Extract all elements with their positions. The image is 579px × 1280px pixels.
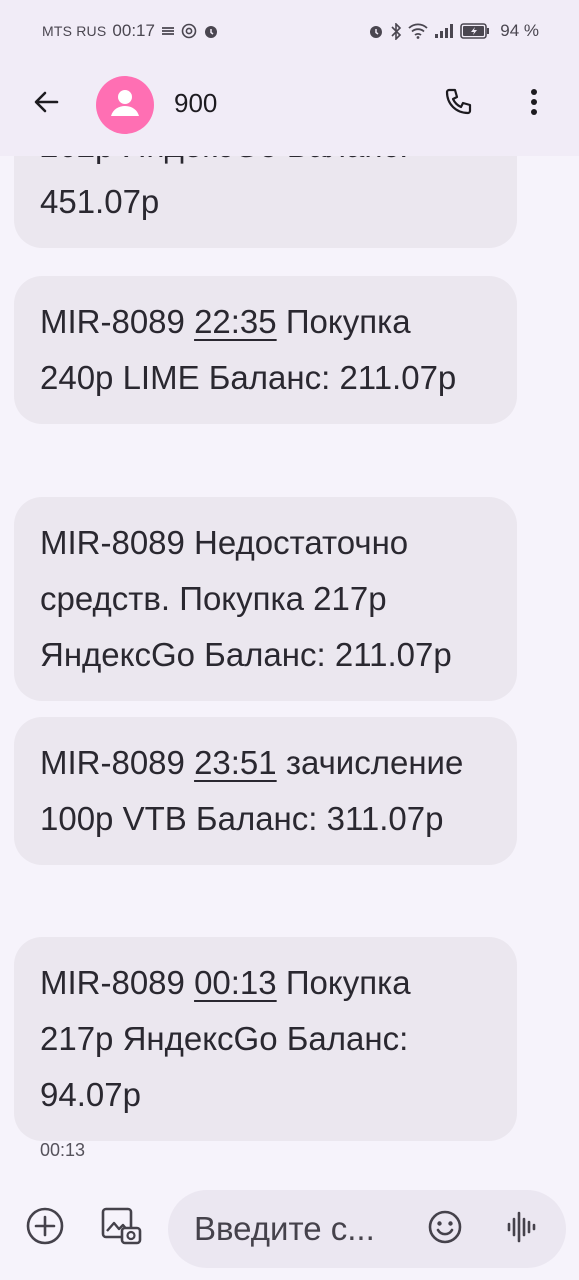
more-vert-icon	[530, 88, 538, 120]
contact-name[interactable]: 900	[174, 88, 217, 119]
back-button[interactable]	[26, 84, 66, 124]
emoji-button[interactable]	[424, 1208, 466, 1250]
message-bubble[interactable]: MIR-8089 23:51 зачисление 100р VTB Балан…	[14, 717, 517, 865]
add-attachment-button[interactable]	[24, 1207, 66, 1249]
arrow-back-icon	[32, 88, 60, 120]
phone-icon	[443, 87, 473, 121]
voice-input-button[interactable]	[500, 1208, 542, 1250]
message-input[interactable]: Введите с...	[194, 1190, 404, 1268]
message-text: MIR-8089	[40, 964, 195, 1001]
signal-icon	[434, 23, 454, 39]
time-link[interactable]: 00:13	[194, 964, 277, 1001]
message-input-container[interactable]: Введите с...	[168, 1190, 566, 1268]
bluetooth-icon	[390, 22, 402, 40]
add-circle-icon	[25, 1206, 65, 1250]
voice-waveform-icon	[506, 1210, 536, 1248]
status-bar: MTS RUS 00:17 94 %	[0, 0, 579, 62]
gallery-button[interactable]	[100, 1207, 142, 1249]
alarm-icon	[203, 23, 219, 39]
status-right: 94 %	[368, 21, 539, 41]
message-bubble[interactable]: MIR-8089 22:35 Покупка 240р LIME Баланс:…	[14, 276, 517, 424]
time-link[interactable]: 23:51	[194, 744, 277, 781]
status-clock: 00:17	[112, 21, 155, 40]
avatar[interactable]	[96, 76, 154, 134]
wifi-icon	[408, 23, 428, 39]
message-timestamp: 00:13	[40, 1140, 86, 1160]
message-text: 451.07р	[40, 183, 160, 220]
message-thread[interactable]: 262р ЯндексGo Баланс: 451.07р MIR-8089 2…	[0, 156, 579, 1176]
alarm-icon	[368, 23, 384, 39]
message-text: 262р ЯндексGo Баланс:	[40, 156, 491, 174]
gallery-icon	[100, 1206, 142, 1250]
dnd-icon	[161, 25, 175, 37]
message-bubble[interactable]: MIR-8089 Недостаточно средств. Покупка 2…	[14, 497, 517, 701]
call-button[interactable]	[438, 84, 478, 124]
message-text: MIR-8089	[40, 303, 195, 340]
app-bar: 900	[0, 62, 579, 156]
carrier-label: MTS RUS	[42, 23, 107, 39]
message-text: MIR-8089 Недостаточно средств. Покупка 2…	[40, 524, 452, 673]
emoji-icon	[427, 1209, 463, 1249]
message-text: MIR-8089	[40, 744, 195, 781]
time-link[interactable]: 22:35	[194, 303, 277, 340]
status-left: MTS RUS 00:17	[42, 21, 219, 41]
compose-bar: Введите с...	[0, 1176, 579, 1280]
battery-percent: 94 %	[500, 21, 539, 40]
message-bubble[interactable]: MIR-8089 00:13 Покупка 217р ЯндексGo Бал…	[14, 937, 517, 1141]
at-icon	[181, 23, 197, 39]
battery-icon	[460, 23, 490, 39]
person-icon	[107, 85, 143, 125]
message-bubble[interactable]: 262р ЯндексGo Баланс: 451.07р	[14, 156, 517, 248]
more-options-button[interactable]	[514, 84, 554, 124]
